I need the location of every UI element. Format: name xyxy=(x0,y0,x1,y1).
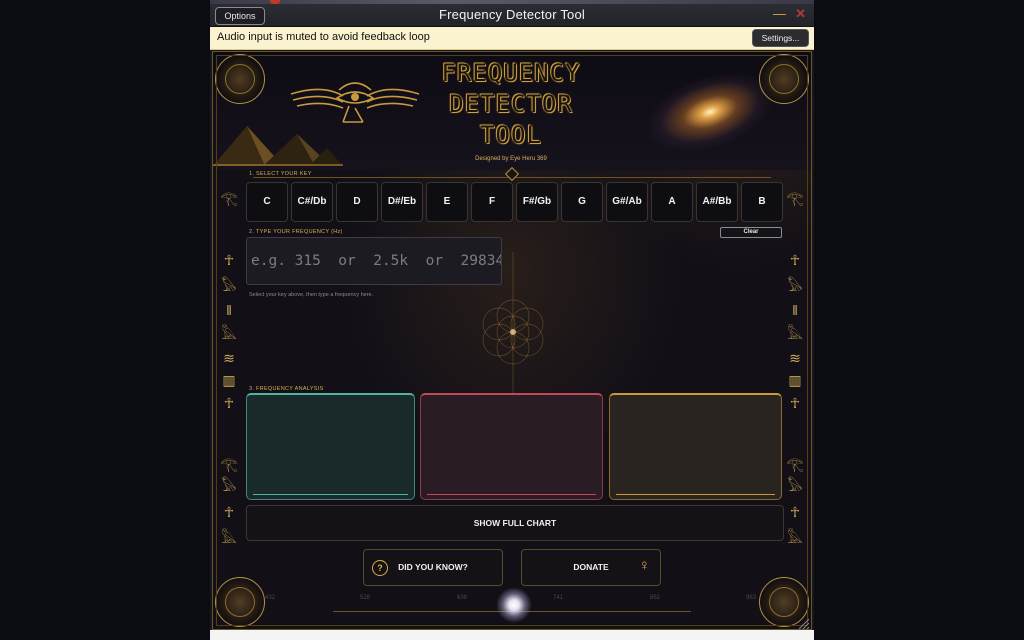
bird-icon: 𓅓 xyxy=(787,326,803,342)
scale-number: 639 xyxy=(457,595,468,601)
ankh-icon: ☥ xyxy=(223,504,235,520)
header-art: FREQUENCY DETECTOR TOOL Designed by Eye … xyxy=(213,52,811,170)
key-button-g[interactable]: G xyxy=(561,182,603,222)
app-window: Options Frequency Detector Tool — ✕ Audi… xyxy=(210,4,814,640)
ankh-icon: ☥ xyxy=(789,252,801,268)
scale-number: 741 xyxy=(553,595,564,601)
key-button-f-sharp[interactable]: F#/Gb xyxy=(516,182,558,222)
reed-icon: ǁ xyxy=(226,302,232,318)
title-line-frequency: FREQUENCY xyxy=(441,59,581,87)
key-button-b[interactable]: B xyxy=(741,182,783,222)
falcon-icon: 𓅃 xyxy=(221,278,237,294)
sacred-geometry-icon xyxy=(496,587,532,623)
falcon-icon: 𓅃 xyxy=(787,278,803,294)
eye-of-ra-icon: 𓂀 xyxy=(786,190,804,206)
panel-baseline xyxy=(427,494,596,495)
show-full-chart-button[interactable]: SHOW FULL CHART xyxy=(246,505,784,541)
scale-number: 528 xyxy=(360,595,371,601)
select-key-label: 1. SELECT YOUR KEY xyxy=(249,171,312,177)
key-button-a-sharp[interactable]: A#/Bb xyxy=(696,182,738,222)
clear-button[interactable]: Clear xyxy=(720,227,782,238)
bird-icon: 𓅓 xyxy=(221,326,237,342)
left-glyph-column: 𓂀 ☥ 𓅃 ǁ 𓅓 ≋ ▥ ☥ 𓂀 𓅃 ☥ 𓅓 xyxy=(218,180,240,600)
donate-button[interactable]: DONATE ♀ xyxy=(521,549,661,586)
scale-number: 852 xyxy=(650,595,661,601)
pillar-icon: ▥ xyxy=(788,372,802,388)
falcon-icon: 𓅃 xyxy=(787,478,803,494)
input-hint: Select your key above, then type a frequ… xyxy=(249,292,374,298)
resize-grip-icon[interactable] xyxy=(797,617,809,629)
key-button-c[interactable]: C xyxy=(246,182,288,222)
lotus-icon: ≋ xyxy=(223,350,235,366)
title-line-detector: DETECTOR xyxy=(449,90,573,118)
panel-baseline xyxy=(616,494,775,495)
lotus-icon: ≋ xyxy=(789,350,801,366)
frequency-analysis-label: 3. FREQUENCY ANALYSIS xyxy=(249,386,324,392)
mute-banner: Audio input is muted to avoid feedback l… xyxy=(210,27,814,50)
corner-ornament-icon xyxy=(759,54,809,104)
ankh-icon: ☥ xyxy=(789,504,801,520)
app-canvas: FREQUENCY DETECTOR TOOL Designed by Eye … xyxy=(212,51,812,630)
analysis-panel-teal xyxy=(246,393,415,500)
key-button-g-sharp[interactable]: G#/Ab xyxy=(606,182,648,222)
eye-of-ra-icon: 𓂀 xyxy=(786,456,804,472)
did-you-know-button[interactable]: ? DID YOU KNOW? xyxy=(363,549,503,586)
key-button-f[interactable]: F xyxy=(471,182,513,222)
banner-message: Audio input is muted to avoid feedback l… xyxy=(217,31,430,43)
ankh-venus-icon: ♀ xyxy=(638,557,650,574)
eye-of-ra-icon: 𓂀 xyxy=(220,456,238,472)
key-button-a[interactable]: A xyxy=(651,182,693,222)
window-bottom-edge xyxy=(210,630,814,640)
panel-baseline xyxy=(253,494,408,495)
key-button-d[interactable]: D xyxy=(336,182,378,222)
settings-button[interactable]: Settings... xyxy=(752,29,809,47)
did-you-know-label: DID YOU KNOW? xyxy=(398,562,468,572)
analysis-panel-gold xyxy=(609,393,782,500)
designer-credit: Designed by Eye Heru 369 xyxy=(475,156,547,162)
type-frequency-label: 2. TYPE YOUR FREQUENCY (Hz) xyxy=(249,229,343,235)
falcon-icon: 𓅃 xyxy=(221,478,237,494)
app-title: FREQUENCY DETECTOR TOOL xyxy=(431,58,591,151)
minimize-button[interactable]: — xyxy=(773,6,786,21)
title-bar: Options Frequency Detector Tool — ✕ xyxy=(210,4,814,27)
key-button-c-sharp[interactable]: C#/Db xyxy=(291,182,333,222)
scale-number: 963 xyxy=(746,595,757,601)
scale-number: 432 xyxy=(265,595,276,601)
corner-ornament-icon xyxy=(215,54,265,104)
close-button[interactable]: ✕ xyxy=(795,6,806,22)
ankh-icon: ☥ xyxy=(223,252,235,268)
ankh-icon: ☥ xyxy=(789,395,801,411)
ankh-icon: ☥ xyxy=(223,395,235,411)
bird-icon: 𓅓 xyxy=(787,530,803,546)
title-line-tool: TOOL xyxy=(480,121,542,149)
frequency-input[interactable] xyxy=(246,237,502,285)
analysis-panel-red xyxy=(420,393,603,500)
key-button-d-sharp[interactable]: D#/Eb xyxy=(381,182,423,222)
bird-icon: 𓅓 xyxy=(221,530,237,546)
eye-of-ra-icon: 𓂀 xyxy=(220,190,238,206)
eye-of-horus-winged-icon xyxy=(290,82,420,123)
window-title: Frequency Detector Tool xyxy=(439,7,585,22)
pillar-icon: ▥ xyxy=(222,372,236,388)
right-glyph-column: 𓂀 ☥ 𓅃 ǁ 𓅓 ≋ ▥ ☥ 𓂀 𓅃 ☥ 𓅓 xyxy=(784,180,806,600)
reed-icon: ǁ xyxy=(792,302,798,318)
key-button-e[interactable]: E xyxy=(426,182,468,222)
